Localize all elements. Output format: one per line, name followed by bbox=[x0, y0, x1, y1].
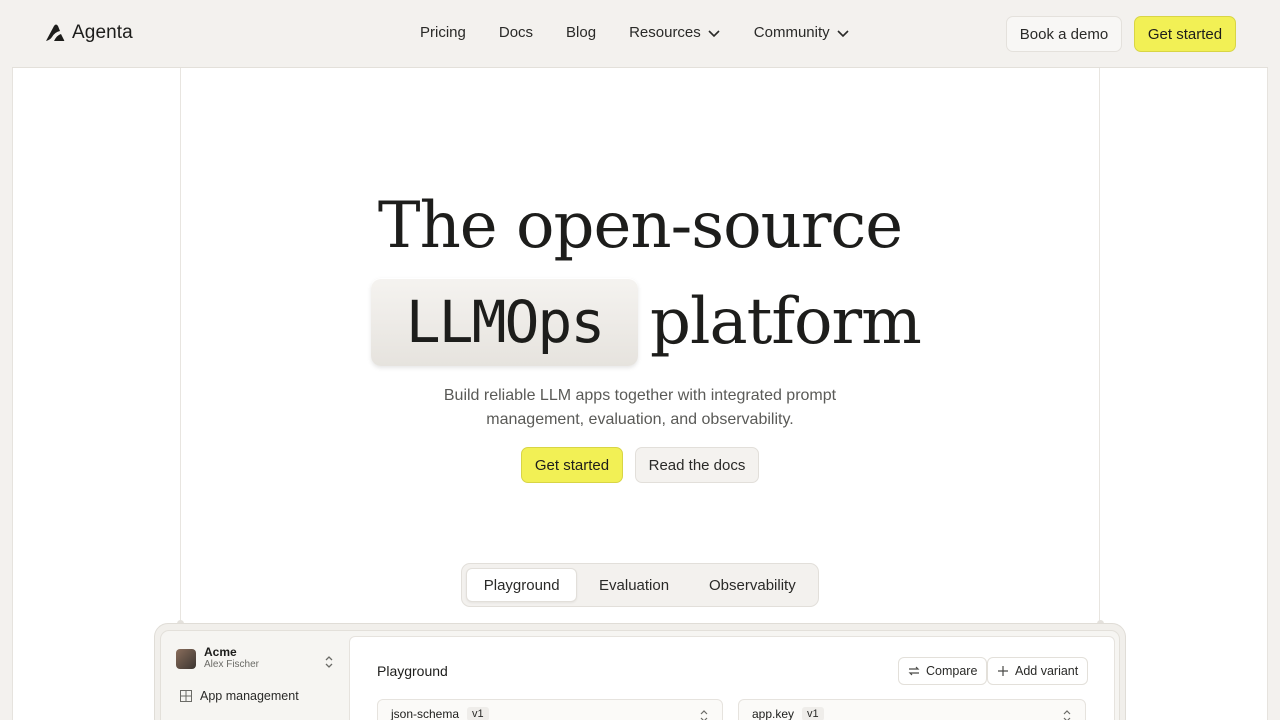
chevron-up-down-icon bbox=[1063, 710, 1071, 720]
nav-item-community[interactable]: Community bbox=[754, 24, 850, 41]
sidebar-item-label: App management bbox=[200, 689, 299, 703]
nav-label: Docs bbox=[498, 24, 534, 41]
brand-logo[interactable]: Agenta bbox=[44, 22, 133, 44]
swap-icon bbox=[908, 666, 920, 676]
variant-name: json-schema bbox=[391, 707, 460, 720]
variant-name: app.key bbox=[752, 707, 795, 720]
nav-label: Pricing bbox=[420, 24, 466, 41]
variant-select[interactable]: json-schema v1 bbox=[377, 699, 723, 720]
compare-label: Compare bbox=[926, 664, 978, 678]
variant-select[interactable]: app.key v1 bbox=[738, 699, 1086, 720]
hero-title-line2: LLMOps platform bbox=[371, 278, 922, 366]
nav-item-docs[interactable]: Docs bbox=[499, 24, 533, 41]
llmops-chip: LLMOps bbox=[371, 278, 638, 366]
plus-icon bbox=[998, 666, 1008, 676]
chevron-up-down-icon bbox=[700, 710, 708, 720]
org-name: Acme bbox=[204, 645, 237, 659]
version-badge: v1 bbox=[802, 707, 824, 720]
nav-label: Blog bbox=[566, 24, 597, 41]
hero-get-started-button[interactable]: Get started bbox=[521, 447, 623, 483]
tab-evaluation[interactable]: Evaluation bbox=[577, 568, 690, 602]
chevron-down-icon bbox=[837, 29, 849, 37]
preview-sidebar: Acme Alex Fischer App management bbox=[172, 640, 342, 703]
hero-title-platform: platform bbox=[650, 285, 922, 359]
product-tabs: Playground Evaluation Observability bbox=[461, 563, 819, 607]
hero-subtitle: Build reliable LLM apps together with in… bbox=[0, 384, 1280, 432]
playground-panel: Playground Compare Add variant json-sche… bbox=[349, 636, 1115, 720]
brand-name: Agenta bbox=[72, 22, 133, 43]
version-badge: v1 bbox=[467, 707, 489, 720]
main-nav: Pricing Docs Blog Resources Community bbox=[420, 24, 883, 41]
read-docs-button[interactable]: Read the docs bbox=[635, 447, 759, 483]
hero-cta-group: Get started Read the docs bbox=[521, 447, 759, 483]
nav-label: Resources bbox=[629, 24, 701, 41]
add-variant-label: Add variant bbox=[1015, 664, 1079, 678]
nav-label: Community bbox=[753, 24, 830, 41]
chevron-down-icon bbox=[708, 29, 720, 37]
org-user: Alex Fischer bbox=[204, 659, 260, 670]
compare-button[interactable]: Compare bbox=[898, 657, 988, 685]
sidebar-item-app-management[interactable]: App management bbox=[180, 689, 299, 703]
nav-item-resources[interactable]: Resources bbox=[629, 24, 721, 41]
avatar bbox=[176, 648, 196, 669]
tab-playground[interactable]: Playground bbox=[466, 568, 578, 602]
header-get-started-button[interactable]: Get started bbox=[1134, 16, 1236, 52]
subtitle-line: management, evaluation, and observabilit… bbox=[486, 411, 794, 428]
hero-title-line1: The open-source bbox=[377, 189, 903, 263]
subtitle-line: Build reliable LLM apps together with in… bbox=[443, 387, 837, 404]
nav-item-blog[interactable]: Blog bbox=[566, 24, 596, 41]
add-variant-button[interactable]: Add variant bbox=[987, 657, 1089, 685]
chevron-up-down-icon bbox=[325, 656, 333, 668]
panel-title: Playground bbox=[377, 663, 448, 679]
book-demo-button[interactable]: Book a demo bbox=[1006, 16, 1122, 52]
agenta-logo-icon bbox=[46, 24, 65, 41]
tab-observability[interactable]: Observability bbox=[691, 568, 814, 602]
site-header: Agenta Pricing Docs Blog Resources Commu… bbox=[12, 0, 1268, 68]
org-switcher[interactable]: Acme Alex Fischer bbox=[176, 646, 346, 671]
grid-icon bbox=[180, 690, 192, 702]
nav-item-pricing[interactable]: Pricing bbox=[420, 24, 466, 41]
